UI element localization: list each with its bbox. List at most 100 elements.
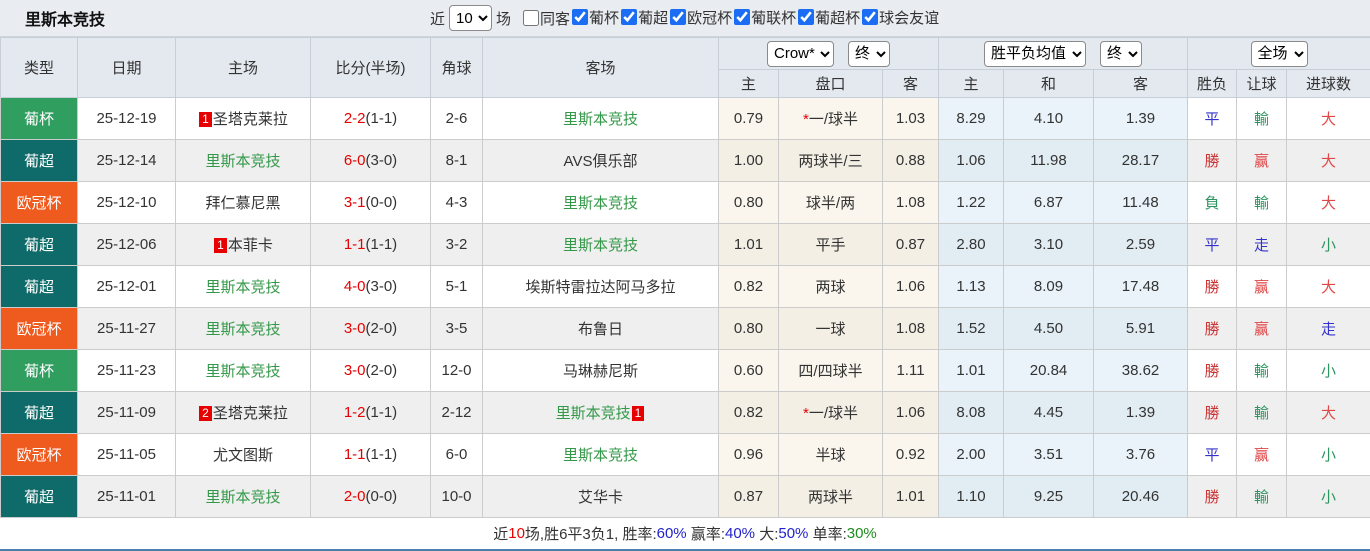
- league-filter-checkbox[interactable]: [798, 9, 815, 26]
- league-filter-checkbox[interactable]: [670, 9, 687, 26]
- avg-away-odds: 5.91: [1093, 307, 1189, 350]
- league-filter-toggle[interactable]: 葡超: [619, 7, 668, 28]
- avg-time-select[interactable]: 终: [1100, 40, 1143, 67]
- sub-header-handicap-result: 让球: [1236, 69, 1288, 98]
- league-filter-checkbox[interactable]: [734, 9, 751, 26]
- away-team: 埃斯特雷拉达阿马多拉: [482, 265, 719, 308]
- crow-home-odds: 0.60: [718, 349, 779, 392]
- avg-draw-odds: 20.84: [1003, 349, 1095, 392]
- away-team-name: 里斯本竞技: [562, 237, 638, 254]
- home-team: 里斯本竞技: [175, 139, 311, 182]
- crow-home-odds: 0.82: [718, 265, 779, 308]
- league-filter-toggle[interactable]: 欧冠杯: [668, 7, 732, 28]
- crow-handicap: *一/球半: [778, 391, 883, 434]
- sub-header-avg-draw: 和: [1003, 69, 1095, 98]
- result-indicator: 勝: [1187, 307, 1238, 350]
- crow-home-odds: 0.82: [718, 391, 779, 434]
- avg-away-odds: 3.76: [1093, 433, 1189, 476]
- league-filter-checkbox[interactable]: [621, 9, 638, 26]
- result-indicator: 平: [1187, 97, 1238, 140]
- league-type-badge: 葡杯: [0, 349, 78, 392]
- league-filter-toggle[interactable]: 球会友谊: [860, 7, 939, 28]
- away-team-name: 里斯本竞技: [562, 447, 638, 464]
- league-filter-label: 球会友谊: [879, 9, 940, 27]
- handicap-result-indicator: 輸: [1236, 391, 1288, 434]
- summary-segment: 60%: [656, 525, 687, 542]
- odds-source-select[interactable]: Crow*: [767, 40, 834, 67]
- same-opponent-checkbox[interactable]: [523, 10, 540, 26]
- score-cell: 1-1(1-1): [310, 223, 431, 266]
- match-date: 25-12-01: [77, 265, 176, 308]
- result-indicator: 平: [1187, 223, 1238, 266]
- league-filter-label: 欧冠杯: [687, 9, 733, 27]
- avg-source-select[interactable]: 胜平负均值: [984, 40, 1087, 67]
- handicap-star: *: [802, 405, 809, 422]
- score-cell: 3-1(0-0): [310, 181, 431, 224]
- crow-away-odds: 1.06: [881, 391, 940, 434]
- summary-segment: 单率:: [808, 526, 847, 543]
- halftime-score: (2-0): [365, 362, 398, 379]
- avg-away-odds: 38.62: [1093, 349, 1189, 392]
- crow-home-odds: 0.96: [718, 433, 779, 476]
- match-row: 葡超 25-11-01 里斯本竞技 2-0(0-0) 10-0 艾华卡 0.87 两球半 1.0…: [0, 475, 1370, 518]
- fulltime-score: 2-2: [343, 110, 366, 127]
- match-date: 25-11-01: [77, 475, 176, 518]
- scope-select[interactable]: 全场: [1250, 40, 1308, 67]
- handicap-result-indicator: 輸: [1236, 181, 1288, 224]
- halftime-score: (1-1): [365, 236, 398, 253]
- league-type-badge: 欧冠杯: [0, 307, 78, 350]
- avg-away-odds: 28.17: [1093, 139, 1189, 182]
- avg-home-odds: 1.01: [938, 349, 1005, 392]
- goals-result-indicator: 小: [1286, 349, 1370, 392]
- corner-score: 3-5: [430, 307, 483, 350]
- home-team-name: 圣塔克莱拉: [212, 111, 288, 128]
- league-filter-toggle[interactable]: 葡杯: [570, 7, 619, 28]
- col-header-score: 比分(半场): [310, 37, 431, 98]
- crow-away-odds: 1.03: [881, 97, 940, 140]
- league-filter-checkbox[interactable]: [862, 9, 879, 26]
- fulltime-score: 4-0: [343, 278, 366, 295]
- handicap-result-indicator: 輸: [1236, 97, 1288, 140]
- goals-result-indicator: 走: [1286, 307, 1370, 350]
- home-team: 拜仁慕尼黑: [175, 181, 311, 224]
- odds-time-select[interactable]: 终: [848, 40, 890, 67]
- avg-draw-odds: 11.98: [1003, 139, 1095, 182]
- same-opponent-toggle[interactable]: 同客: [511, 8, 570, 29]
- league-type-badge: 葡超: [0, 391, 78, 434]
- crow-handicap: 一球: [778, 307, 883, 350]
- match-date: 25-12-14: [77, 139, 176, 182]
- avg-away-odds: 11.48: [1093, 181, 1189, 224]
- fulltime-score: 3-0: [343, 362, 366, 379]
- halftime-score: (3-0): [365, 278, 398, 295]
- handicap-result-indicator: 赢: [1236, 139, 1288, 182]
- summary-segment: 30%: [846, 525, 877, 542]
- goals-result-indicator: 小: [1286, 475, 1370, 518]
- matches-label: 场: [496, 10, 512, 28]
- home-team: 1 圣塔克莱拉: [175, 97, 311, 140]
- match-date: 25-11-23: [77, 349, 176, 392]
- league-type-badge: 葡杯: [0, 97, 78, 140]
- handicap-result-indicator: 赢: [1236, 307, 1288, 350]
- home-team: 里斯本竞技: [175, 265, 311, 308]
- league-filter-checkbox[interactable]: [572, 9, 589, 26]
- crow-handicap: 两球: [778, 265, 883, 308]
- crow-away-odds: 1.08: [881, 307, 940, 350]
- fulltime-score: 1-2: [343, 404, 366, 421]
- home-team: 1 本菲卡: [175, 223, 311, 266]
- match-history-panel: 里斯本竞技 近 10 场 同客 葡杯 葡超 欧冠杯 葡联杯 葡超杯 球会友谊 类型 日期: [0, 0, 1370, 551]
- corner-score: 6-0: [430, 433, 483, 476]
- score-cell: 1-2(1-1): [310, 391, 431, 434]
- crow-handicap: 球半/两: [778, 181, 883, 224]
- league-filter-toggle[interactable]: 葡联杯: [732, 7, 796, 28]
- home-team: 2 圣塔克莱拉: [175, 391, 311, 434]
- league-filter-toggle[interactable]: 葡超杯: [796, 7, 860, 28]
- summary-segment: 10: [508, 525, 525, 542]
- corner-score: 5-1: [430, 265, 483, 308]
- recent-count-select[interactable]: 10: [449, 5, 493, 31]
- league-filter-label: 葡超: [638, 9, 669, 27]
- crow-home-odds: 1.00: [718, 139, 779, 182]
- goals-result-indicator: 小: [1286, 223, 1370, 266]
- match-date: 25-11-05: [77, 433, 176, 476]
- match-date: 25-11-27: [77, 307, 176, 350]
- match-row: 葡超 25-12-06 1 本菲卡 1-1(1-1) 3-2 里斯本竞技 1.01 平手 0.87…: [0, 223, 1370, 266]
